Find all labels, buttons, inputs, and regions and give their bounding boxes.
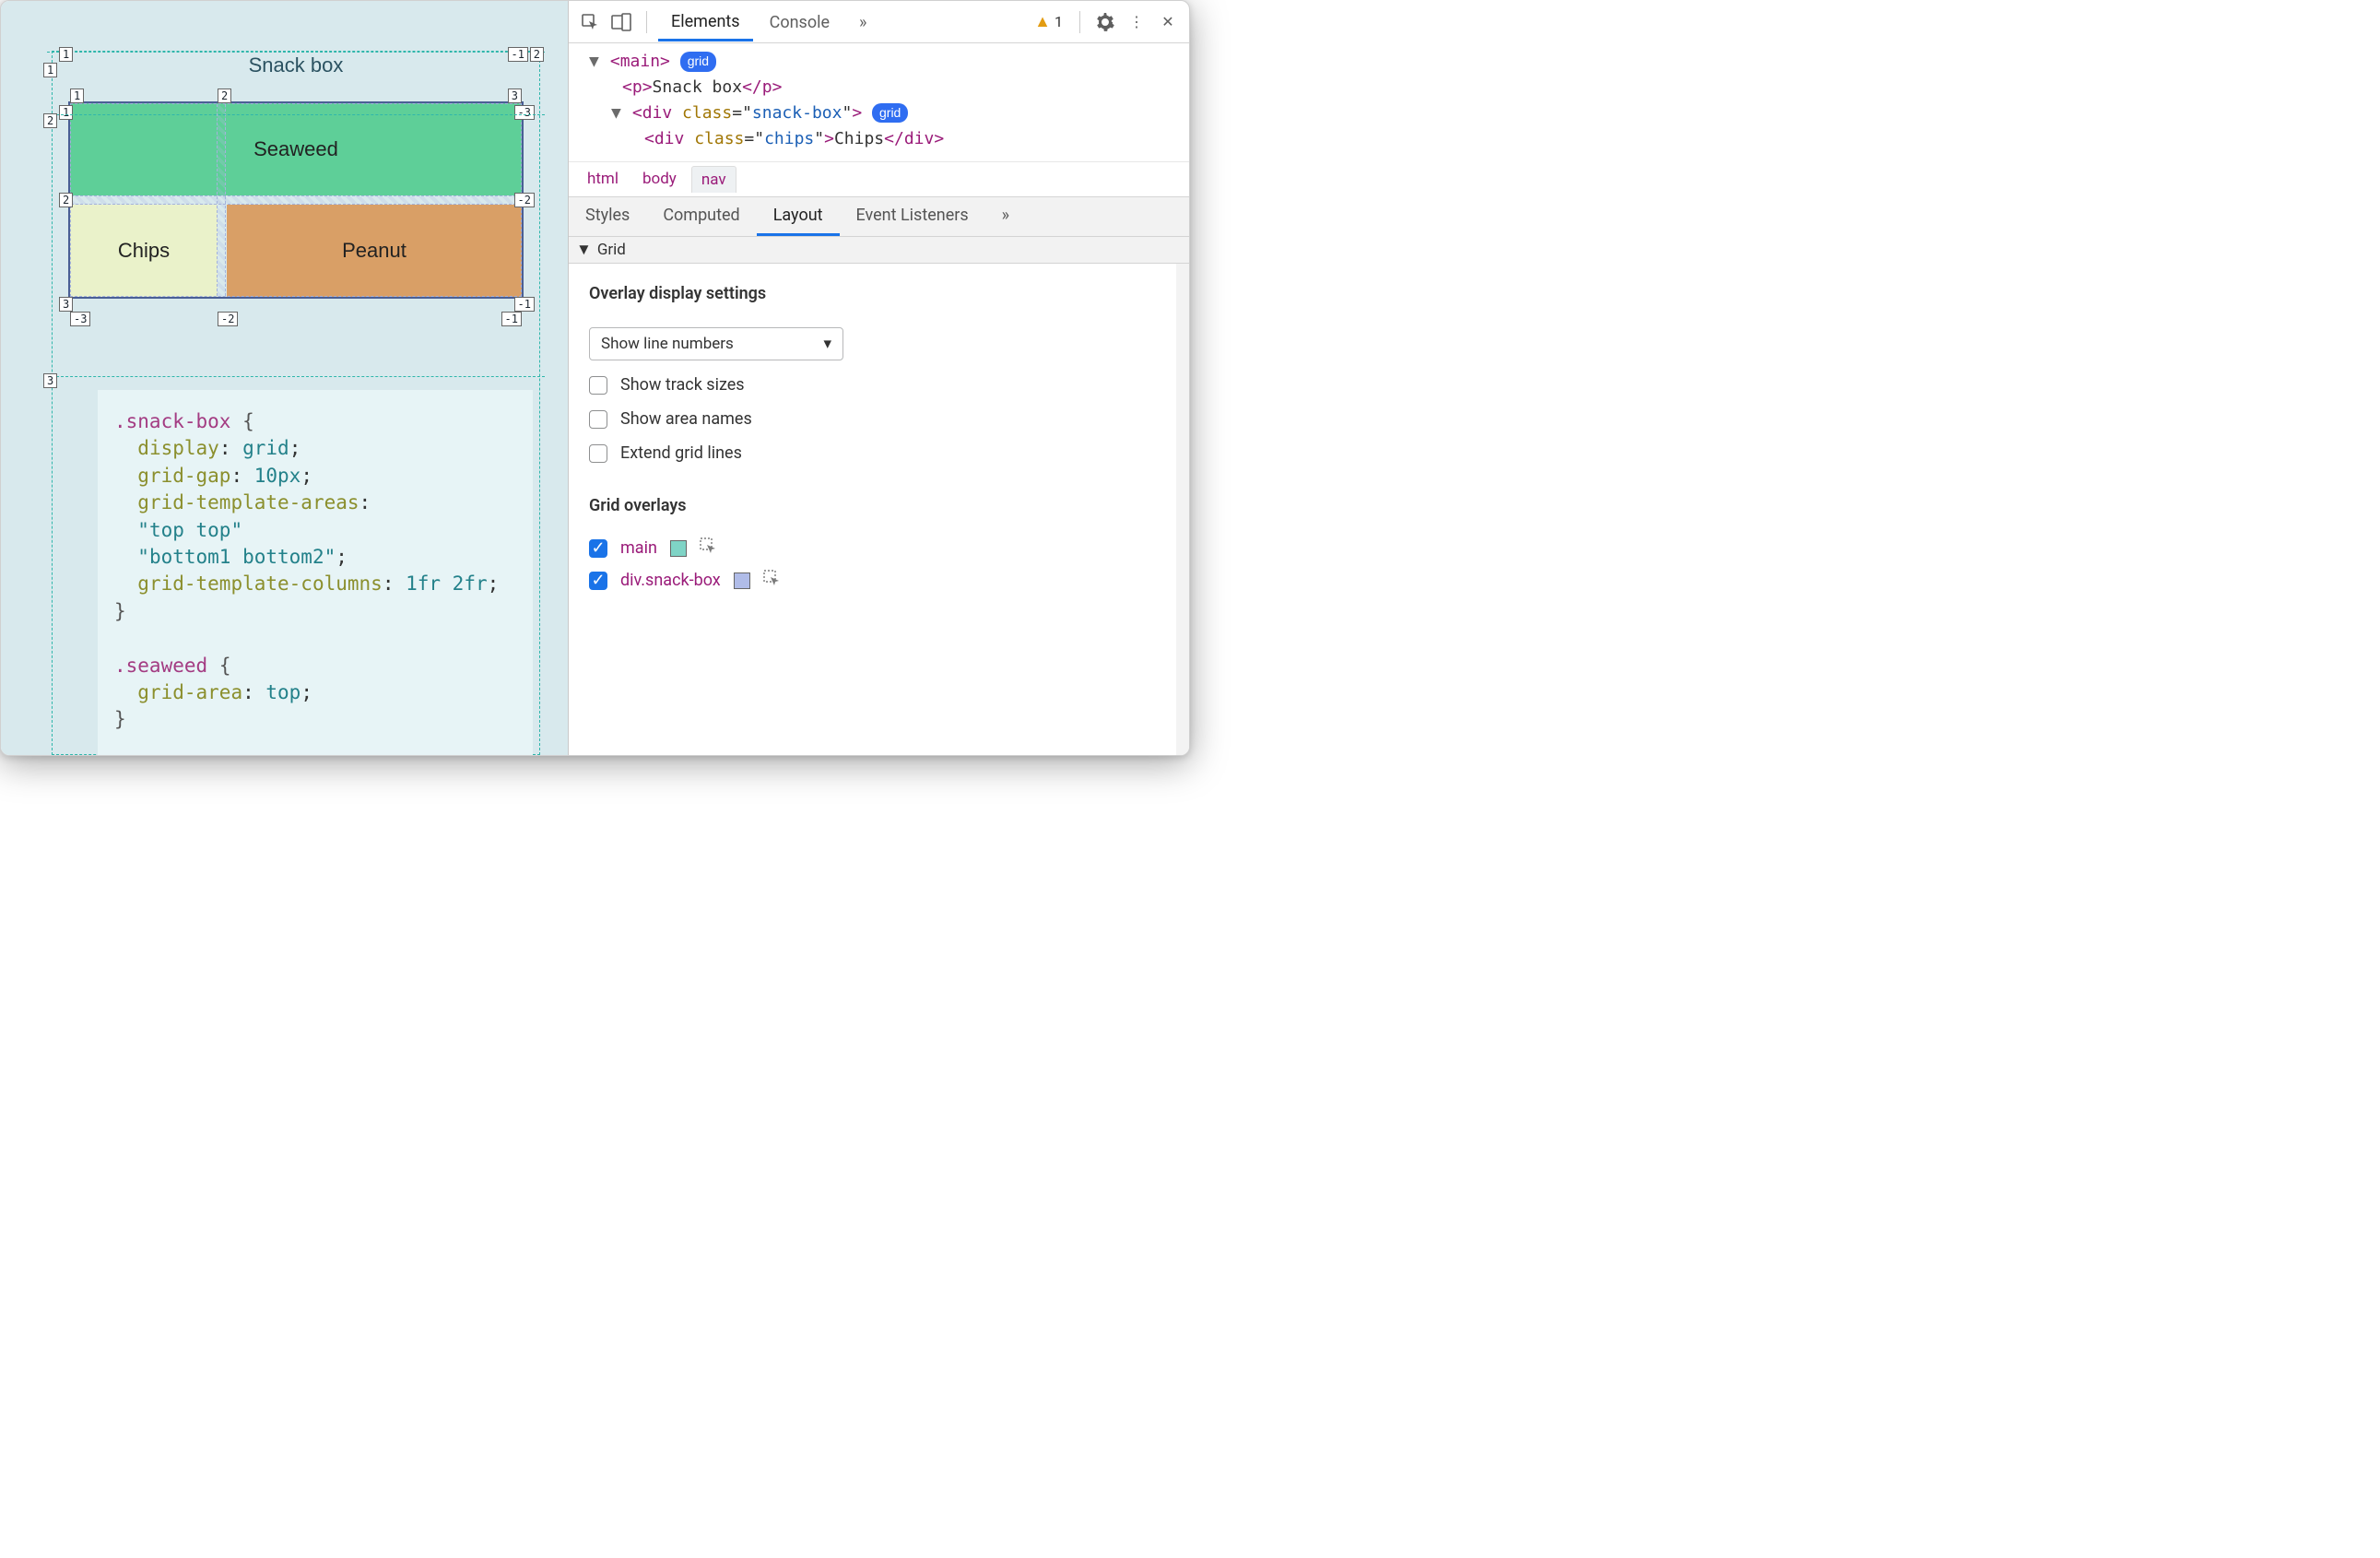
- caret-down-icon: ▼: [576, 241, 592, 259]
- kebab-menu-icon[interactable]: ⋮: [1123, 8, 1150, 36]
- overlay-item-label[interactable]: div.snack-box: [620, 571, 721, 590]
- outer-grid-label: 1: [43, 63, 57, 77]
- warnings-indicator[interactable]: ▲ 1: [1034, 12, 1063, 31]
- inspect-icon[interactable]: [576, 8, 604, 36]
- tab-event-listeners[interactable]: Event Listeners: [840, 197, 985, 236]
- subpanel-tabs: Styles Computed Layout Event Listeners »: [569, 197, 1189, 237]
- outer-grid-label: 2: [530, 47, 544, 62]
- grid-overlays-heading: Grid overlays: [589, 496, 1156, 515]
- outer-grid-label: 2: [43, 113, 57, 128]
- tab-styles[interactable]: Styles: [569, 197, 646, 236]
- overlay-display-heading: Overlay display settings: [589, 284, 1156, 303]
- overlay-item-label[interactable]: main: [620, 538, 657, 558]
- grid-cell-seaweed: Seaweed: [70, 103, 522, 195]
- line-numbers-select[interactable]: Show line numbers ▾: [589, 327, 843, 360]
- checkbox-label: Extend grid lines: [620, 443, 742, 463]
- grid-line-label: -2: [514, 193, 535, 207]
- checkbox-label: Show track sizes: [620, 375, 745, 395]
- dom-tree[interactable]: ▼ <main> grid <p>Snack box</p> ▼ <div cl…: [569, 43, 1189, 161]
- code-snippet: .snack-box { display: grid; grid-gap: 10…: [98, 390, 533, 755]
- separator: [1079, 11, 1080, 33]
- show-area-names-checkbox[interactable]: [589, 410, 607, 429]
- grid-line-label: 3: [508, 89, 522, 103]
- subtabs-overflow-icon[interactable]: »: [985, 197, 1026, 236]
- tab-computed[interactable]: Computed: [646, 197, 756, 236]
- color-swatch[interactable]: [734, 572, 750, 589]
- devtools-toolbar: Elements Console » ▲ 1 ⋮ ✕: [569, 1, 1189, 43]
- gear-icon[interactable]: [1091, 8, 1119, 36]
- preview-pane: Snack box Seaweed Chips Peanut 1 2 3 1: [1, 1, 568, 755]
- breadcrumb-item[interactable]: html: [578, 166, 628, 193]
- outer-grid-label: 1: [59, 47, 73, 62]
- chevron-down-icon: ▾: [823, 335, 831, 353]
- grid-cell-peanut: Peanut: [227, 205, 522, 297]
- outer-grid-label: -1: [508, 47, 528, 62]
- grid-line-label: -2: [218, 312, 238, 326]
- grid-line-label: -3: [70, 312, 90, 326]
- breadcrumb[interactable]: html body nav: [569, 161, 1189, 197]
- grid-badge[interactable]: grid: [872, 103, 908, 124]
- devtools-window: Snack box Seaweed Chips Peanut 1 2 3 1: [0, 0, 1190, 756]
- grid-container: Seaweed Chips Peanut: [70, 103, 522, 297]
- page-title: Snack box: [61, 53, 531, 77]
- scrollbar-thumb[interactable]: [1179, 264, 1186, 328]
- grid-overlay-list: ✓ main ✓ div.snack-box: [589, 532, 1156, 596]
- show-track-sizes-checkbox[interactable]: [589, 376, 607, 395]
- grid-line-label: 1: [59, 105, 73, 120]
- caret-icon[interactable]: ▼: [589, 49, 600, 75]
- reveal-in-elements-icon[interactable]: [700, 537, 716, 559]
- close-icon[interactable]: ✕: [1154, 8, 1182, 36]
- grid-cell-chips: Chips: [70, 205, 218, 297]
- grid-badge[interactable]: grid: [680, 52, 716, 72]
- grid-line-label: -1: [514, 297, 535, 312]
- reveal-in-elements-icon[interactable]: [763, 570, 780, 591]
- outer-grid-label: 3: [43, 373, 57, 388]
- snack-box-grid: Seaweed Chips Peanut 1 2 3 1 -3 2 -2 3: [61, 94, 531, 306]
- tab-layout[interactable]: Layout: [757, 197, 840, 236]
- grid-line-label: 1: [70, 89, 84, 103]
- grid-line-label: -1: [501, 312, 522, 326]
- tab-elements[interactable]: Elements: [658, 3, 753, 41]
- tabs-overflow-icon[interactable]: »: [846, 4, 879, 40]
- layout-panel-body: Overlay display settings Show line numbe…: [569, 264, 1189, 755]
- color-swatch[interactable]: [670, 540, 687, 557]
- section-grid-header[interactable]: ▼ Grid: [569, 237, 1189, 264]
- warning-icon: ▲: [1034, 12, 1051, 31]
- overlay-main-checkbox[interactable]: ✓: [589, 539, 607, 558]
- tab-console[interactable]: Console: [757, 4, 842, 40]
- breadcrumb-item[interactable]: nav: [691, 166, 736, 193]
- grid-line-label: 3: [59, 297, 73, 312]
- grid-line-label: -3: [514, 105, 535, 120]
- caret-icon[interactable]: ▼: [611, 100, 622, 126]
- extend-grid-lines-checkbox[interactable]: [589, 444, 607, 463]
- overlay-snackbox-checkbox[interactable]: ✓: [589, 572, 607, 590]
- device-toggle-icon[interactable]: [607, 8, 635, 36]
- grid-line-label: 2: [218, 89, 231, 103]
- grid-line-label: 2: [59, 193, 73, 207]
- devtools-pane: Elements Console » ▲ 1 ⋮ ✕ ▼ <main> grid…: [568, 1, 1189, 755]
- separator: [646, 11, 647, 33]
- breadcrumb-item[interactable]: body: [633, 166, 686, 193]
- checkbox-label: Show area names: [620, 409, 752, 429]
